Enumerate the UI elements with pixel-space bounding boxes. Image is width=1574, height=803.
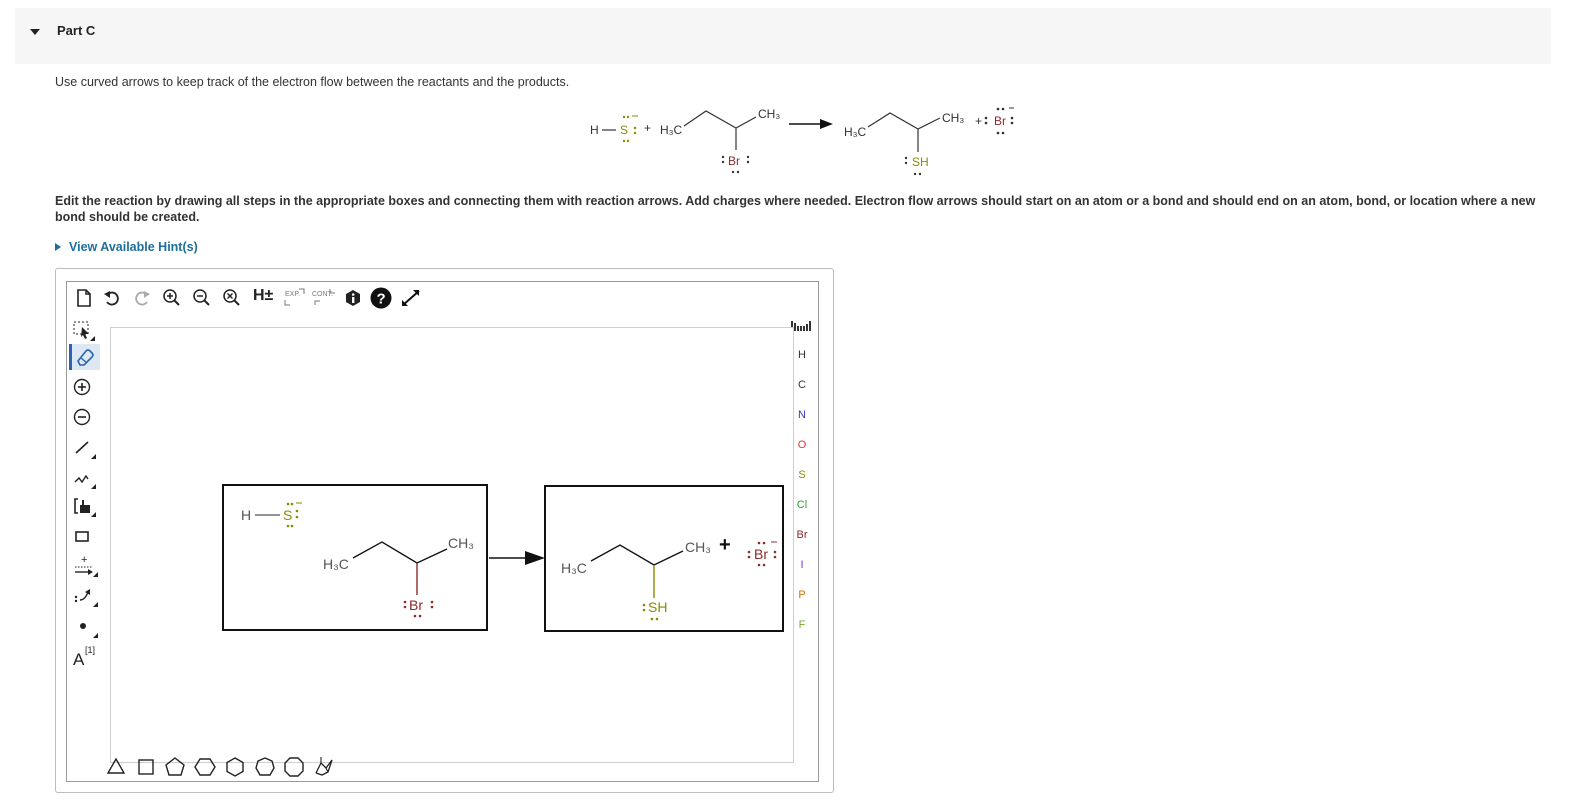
atom-index-label: [1] bbox=[85, 645, 96, 655]
reaction-arrow-icon[interactable]: + bbox=[73, 554, 99, 578]
element-o-button[interactable]: O bbox=[794, 439, 810, 451]
expand-caret-icon bbox=[55, 243, 61, 251]
undo-icon[interactable] bbox=[103, 290, 121, 308]
info-icon[interactable] bbox=[344, 289, 362, 307]
element-s-button[interactable]: S bbox=[794, 469, 810, 481]
hydrogen-toggle-button[interactable]: H± bbox=[253, 287, 273, 305]
octagon-ring-icon[interactable] bbox=[283, 756, 305, 778]
box2-ch3: CH₃ bbox=[685, 539, 711, 555]
view-hints-link[interactable]: View Available Hint(s) bbox=[55, 240, 198, 254]
edit-instruction: Edit the reaction by drawing all steps i… bbox=[55, 194, 1536, 224]
zoom-out-icon[interactable] bbox=[192, 288, 212, 308]
selection-tool-icon[interactable] bbox=[72, 320, 96, 342]
expand-group-button[interactable]: EXP. bbox=[283, 288, 307, 306]
fullscreen-icon[interactable] bbox=[400, 288, 422, 308]
rxn-arrow-head bbox=[820, 119, 833, 129]
editor-frame: H± EXP. CONT. ? + A [1] H C N O S Cl Br … bbox=[66, 281, 819, 782]
triangle-ring-icon[interactable] bbox=[105, 756, 127, 778]
canvas-arrow-head bbox=[525, 551, 545, 565]
rxn-plus-2: + bbox=[975, 114, 982, 128]
chain-tool-icon[interactable] bbox=[73, 468, 97, 490]
hexagon-flat-ring-icon[interactable] bbox=[194, 756, 216, 778]
view-hints-label: View Available Hint(s) bbox=[69, 240, 198, 254]
box1-br: Br bbox=[409, 597, 423, 613]
box1-h: H bbox=[241, 507, 251, 523]
box1-ch3: CH₃ bbox=[448, 535, 474, 551]
canvas-drawing: H S H₃C CH₃ Br H₃C CH₃ + Br SH bbox=[222, 484, 784, 632]
lone-pair-dot bbox=[626, 115, 630, 119]
svg-text:+: + bbox=[81, 554, 87, 566]
atom-label-tool[interactable]: A [1] bbox=[73, 642, 103, 670]
zoom-reset-icon[interactable] bbox=[222, 288, 242, 308]
hexagon-ring-icon[interactable] bbox=[224, 756, 246, 778]
rxn-ch3: CH₃ bbox=[758, 107, 780, 121]
element-p-button[interactable]: P bbox=[794, 589, 810, 601]
box2-br: Br bbox=[754, 546, 768, 562]
chair-template-icon[interactable] bbox=[312, 754, 336, 778]
element-n-button[interactable]: N bbox=[794, 409, 810, 421]
redo-icon[interactable] bbox=[133, 290, 151, 308]
rxn-plus-1: + bbox=[644, 121, 651, 135]
element-i-button[interactable]: I bbox=[794, 559, 810, 571]
box2-sh: SH bbox=[648, 599, 667, 615]
element-c-button[interactable]: C bbox=[794, 379, 810, 391]
pentagon-ring-icon[interactable] bbox=[164, 756, 186, 778]
element-h-button[interactable]: H bbox=[794, 349, 810, 361]
heptagon-ring-icon[interactable] bbox=[254, 756, 276, 778]
box2-plus: + bbox=[719, 534, 731, 556]
lone-pair-dot bbox=[622, 139, 626, 143]
zoom-in-icon[interactable] bbox=[162, 288, 182, 308]
element-br-button[interactable]: Br bbox=[794, 529, 810, 541]
rxn-s: S bbox=[620, 123, 628, 137]
rectangle-tool-icon[interactable] bbox=[73, 528, 97, 546]
lone-pair-dot bbox=[622, 115, 626, 119]
rxn-br: Br bbox=[728, 154, 740, 168]
element-cl-button[interactable]: Cl bbox=[794, 499, 810, 511]
svg-text:?: ? bbox=[377, 291, 386, 308]
box1-chain bbox=[352, 541, 448, 564]
rxn-product-chain bbox=[867, 112, 941, 130]
curved-arrow-icon[interactable] bbox=[73, 586, 99, 608]
drawing-editor: H± EXP. CONT. ? + A [1] H C N O S Cl Br … bbox=[55, 268, 834, 793]
negative-charge-icon[interactable] bbox=[73, 408, 93, 428]
reaction-scheme: H S + H₃C CH₃ Br H₃C CH₃ SH + Br bbox=[590, 107, 1014, 176]
box2-chain bbox=[590, 544, 684, 566]
eraser-tool[interactable] bbox=[69, 344, 100, 370]
rxn-sh: SH bbox=[912, 155, 929, 169]
box1-s: S bbox=[283, 507, 292, 523]
rxn-h: H bbox=[590, 123, 599, 137]
rxn-h3c: H₃C bbox=[660, 123, 683, 137]
positive-charge-icon[interactable] bbox=[73, 378, 93, 398]
rxn-ch3-product: CH₃ bbox=[942, 111, 964, 125]
lone-pair-dot bbox=[626, 139, 630, 143]
single-bond-icon[interactable] bbox=[73, 438, 97, 460]
template-tool-icon[interactable] bbox=[73, 496, 97, 518]
square-ring-icon[interactable] bbox=[135, 756, 157, 778]
rxn-h3c-product: H₃C bbox=[844, 125, 867, 139]
new-document-icon[interactable] bbox=[75, 288, 93, 308]
rxn-chain bbox=[683, 110, 757, 129]
lone-pair-dot bbox=[633, 126, 637, 130]
box1-h3c: H₃C bbox=[323, 556, 349, 572]
radical-tool-icon[interactable] bbox=[73, 616, 99, 640]
atom-label-letter: A bbox=[73, 650, 85, 669]
contract-group-button[interactable]: CONT. bbox=[311, 288, 339, 306]
box2-h3c: H₃C bbox=[561, 560, 587, 576]
element-f-button[interactable]: F bbox=[794, 619, 810, 631]
lone-pair-dot bbox=[633, 131, 637, 135]
help-icon[interactable]: ? bbox=[370, 287, 392, 309]
rxn-br-product: Br bbox=[994, 114, 1006, 128]
eraser-icon bbox=[77, 349, 94, 366]
drawing-canvas[interactable]: H S H₃C CH₃ Br H₃C CH₃ + Br SH bbox=[110, 327, 794, 763]
